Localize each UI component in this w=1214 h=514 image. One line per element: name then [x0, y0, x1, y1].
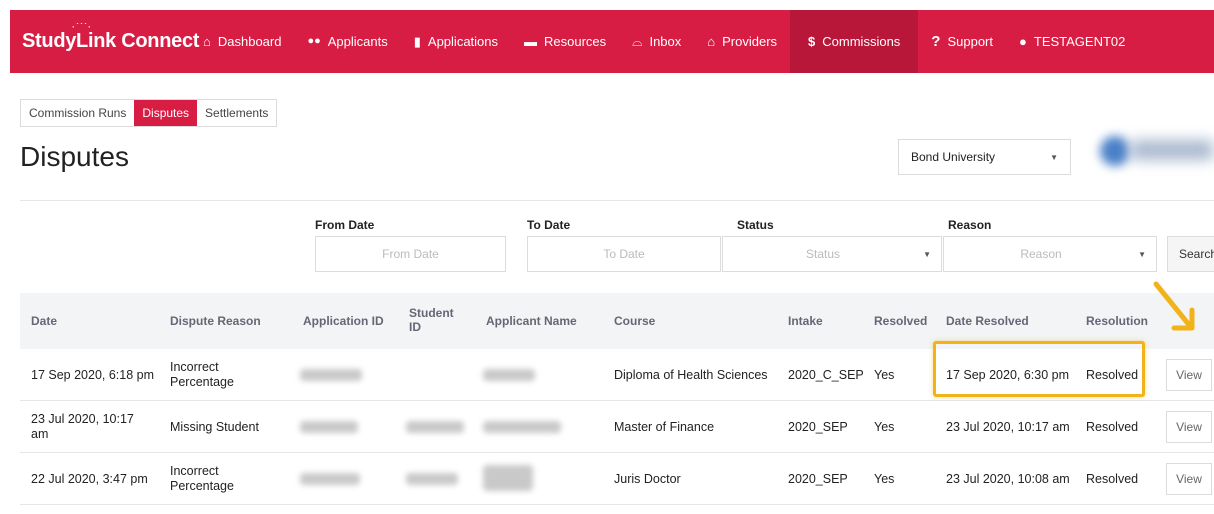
brand-name: StudyLink Connect [22, 30, 200, 52]
nav-dashboard[interactable]: ⌂ Dashboard [190, 10, 294, 73]
chevron-down-icon: ▼ [1138, 249, 1146, 259]
status-select[interactable]: Status ▼ [722, 236, 942, 272]
cell-resolved: Yes [874, 368, 895, 382]
page-title: Disputes [20, 141, 129, 172]
university-select[interactable]: Bond University ▼ [898, 139, 1071, 175]
users-icon: ●● [307, 35, 321, 47]
redacted-application-id [300, 369, 362, 381]
view-button[interactable]: View [1166, 411, 1212, 443]
cell-resolution: Resolved [1086, 472, 1139, 486]
cell-resolved: Yes [874, 420, 895, 434]
col-application-id: Application ID [303, 314, 384, 328]
highlight-box [933, 341, 1145, 397]
folder-icon: ▬ [524, 34, 538, 49]
table-row: 22 Jul 2020, 3:47 pm Incorrect Percentag… [20, 453, 1214, 505]
cell-date-resolved: 23 Jul 2020, 10:08 am [946, 472, 1070, 486]
top-navbar: ·˙˙˙· StudyLink Connect ⌂ Dashboard ●● App… [10, 10, 1214, 73]
from-date-label: From Date [315, 218, 375, 232]
from-date-input[interactable]: From Date [315, 236, 506, 272]
cell-course: Juris Doctor [614, 472, 681, 486]
to-date-label: To Date [527, 218, 571, 232]
cell-intake: 2020_C_SEP [788, 368, 864, 382]
cell-intake: 2020_SEP [788, 420, 848, 434]
user-icon: ● [1019, 34, 1027, 49]
redacted-application-id [300, 473, 360, 485]
cell-intake: 2020_SEP [788, 472, 848, 486]
col-date: Date [31, 314, 58, 328]
col-resolution: Resolution [1086, 314, 1148, 328]
divider [20, 200, 1214, 201]
redacted-student-id [406, 473, 458, 485]
nav-applications[interactable]: ▮ Applications [401, 10, 511, 73]
brand-logo[interactable]: ·˙˙˙· StudyLink Connect [10, 22, 199, 53]
commission-subtabs: Commission Runs Disputes Settlements [20, 99, 278, 127]
redacted-applicant-name [483, 465, 533, 491]
col-applicant-name: Applicant Name [486, 314, 577, 328]
search-button[interactable]: Search [1167, 236, 1214, 272]
cell-date: 17 Sep 2020, 6:18 pm [31, 368, 155, 382]
tab-disputes[interactable]: Disputes [134, 100, 198, 126]
col-resolved: Resolved [874, 314, 928, 328]
table-row: 23 Jul 2020, 10:17 am Missing Student Ma… [20, 401, 1214, 453]
cell-course: Diploma of Health Sciences [614, 368, 768, 382]
institution-icon: ⌂ [707, 34, 716, 49]
col-student-id: Student ID [409, 306, 454, 334]
reason-label: Reason [948, 218, 992, 232]
view-button[interactable]: View [1166, 463, 1212, 495]
nav-user-menu[interactable]: ● TESTAGENT02 [1006, 10, 1138, 73]
status-label: Status [737, 218, 774, 232]
inbox-icon: ⌓ [632, 34, 643, 49]
cell-date: 22 Jul 2020, 3:47 pm [31, 472, 148, 486]
cell-dispute-reason: Incorrect Percentage [170, 360, 234, 389]
dollar-icon: $ [808, 34, 816, 49]
nav-providers[interactable]: ⌂ Providers [694, 10, 790, 73]
view-button[interactable]: View [1166, 359, 1212, 391]
col-intake: Intake [788, 314, 823, 328]
redacted-student-id [406, 421, 464, 433]
cell-date: 23 Jul 2020, 10:17 am [31, 412, 134, 441]
redacted-applicant-name [483, 421, 561, 433]
tab-commission-runs[interactable]: Commission Runs [21, 100, 135, 126]
home-icon: ⌂ [203, 34, 211, 49]
cell-dispute-reason: Incorrect Percentage [170, 464, 234, 493]
document-icon: ▮ [413, 34, 421, 49]
col-dispute-reason: Dispute Reason [170, 314, 261, 328]
university-logo [1096, 128, 1214, 172]
col-date-resolved: Date Resolved [946, 314, 1029, 328]
nav-applicants[interactable]: ●● Applicants [294, 10, 400, 73]
to-date-input[interactable]: To Date [527, 236, 721, 272]
nav-inbox[interactable]: ⌓ Inbox [619, 10, 694, 73]
university-select-value: Bond University [911, 150, 996, 164]
nav-support[interactable]: ? Support [918, 10, 1006, 73]
nav-commissions[interactable]: $ Commissions [790, 10, 919, 73]
cell-date-resolved: 23 Jul 2020, 10:17 am [946, 420, 1070, 434]
arrow-down-right-icon [1153, 281, 1195, 331]
cell-resolution: Resolved [1086, 420, 1139, 434]
tab-settlements[interactable]: Settlements [197, 100, 277, 126]
cell-course: Master of Finance [614, 420, 715, 434]
reason-select[interactable]: Reason ▼ [943, 236, 1157, 272]
chevron-down-icon: ▼ [1050, 152, 1058, 162]
main-nav: ⌂ Dashboard ●● Applicants ▮ Applications ▬ R… [190, 10, 1138, 73]
cell-dispute-reason: Missing Student [170, 420, 259, 434]
col-course: Course [614, 314, 656, 328]
redacted-applicant-name [483, 369, 535, 381]
nav-resources[interactable]: ▬ Resources [511, 10, 619, 73]
question-icon: ? [931, 33, 941, 50]
chevron-down-icon: ▼ [923, 249, 931, 259]
redacted-application-id [300, 421, 358, 433]
cell-resolved: Yes [874, 472, 895, 486]
